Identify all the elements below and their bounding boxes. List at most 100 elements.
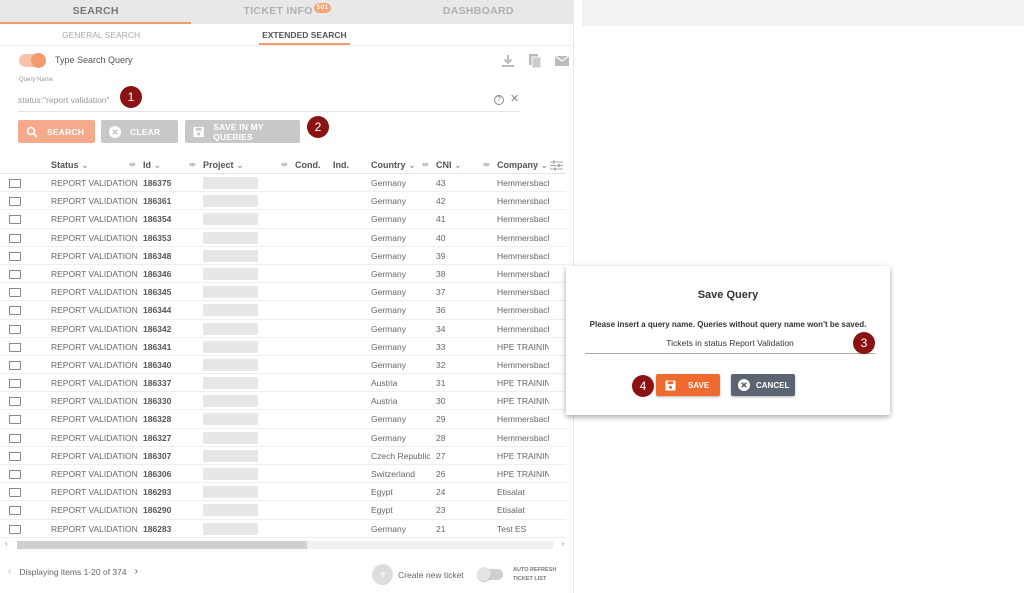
open-ticket-icon[interactable] — [9, 415, 21, 425]
type-search-query-toggle[interactable] — [19, 53, 46, 68]
open-ticket-icon[interactable] — [9, 233, 21, 243]
column-resize-handle[interactable]: ⇹ — [189, 160, 196, 169]
open-ticket-icon[interactable] — [9, 306, 21, 316]
subtab-general-search[interactable]: GENERAL SEARCH — [62, 26, 140, 45]
cell-id[interactable]: 186327 — [143, 433, 171, 443]
table-row[interactable]: REPORT VALIDATION 186353 Germany 40 Hemmersb… — [0, 229, 566, 247]
cell-id[interactable]: 186375 — [143, 178, 171, 188]
cell-id[interactable]: 186361 — [143, 196, 171, 206]
column-resize-handle[interactable]: ⇹ — [129, 160, 136, 169]
table-row[interactable]: REPORT VALIDATION 186340 Germany 32 Hemmersb… — [0, 356, 566, 375]
search-query-input[interactable]: status:"report validation" — [18, 92, 520, 112]
column-resize-handle[interactable]: ⇹ — [483, 160, 490, 169]
save-button[interactable]: SAVE — [656, 374, 720, 396]
prev-page-icon[interactable]: ‹ — [8, 566, 11, 577]
open-ticket-icon[interactable] — [9, 379, 21, 389]
open-ticket-icon[interactable] — [9, 433, 21, 443]
scroll-left-icon[interactable]: ‹ — [5, 539, 8, 548]
cell-id[interactable]: 186345 — [143, 287, 171, 297]
cell-id[interactable]: 186337 — [143, 378, 171, 388]
table-row[interactable]: REPORT VALIDATION 186344 Germany 36 Hemmersb… — [0, 301, 566, 320]
cell-id[interactable]: 186290 — [143, 505, 171, 515]
clear-button[interactable]: CLEAR — [101, 120, 178, 143]
open-ticket-icon[interactable] — [9, 179, 21, 188]
open-ticket-icon[interactable] — [9, 360, 21, 370]
save-in-my-queries-button[interactable]: SAVE IN MY QUERIES — [185, 120, 300, 143]
cell-id[interactable]: 186307 — [143, 451, 171, 461]
open-ticket-icon[interactable] — [9, 506, 21, 516]
scroll-right-icon[interactable]: › — [561, 539, 564, 548]
next-page-icon[interactable]: › — [135, 566, 138, 577]
column-project[interactable]: Project ⌄ — [203, 160, 243, 170]
open-ticket-icon[interactable] — [9, 324, 21, 334]
tab-dashboard[interactable]: DASHBOARD — [383, 0, 574, 24]
table-row[interactable]: REPORT VALIDATION 186345 Germany 37 Hemmersb… — [0, 283, 566, 302]
cell-id[interactable]: 186330 — [143, 396, 171, 406]
column-id[interactable]: Id ⌄ — [143, 160, 161, 170]
open-ticket-icon[interactable] — [9, 288, 21, 298]
column-resize-handle[interactable]: ⇹ — [422, 160, 429, 169]
cell-id[interactable]: 186293 — [143, 487, 171, 497]
column-cni[interactable]: CNI ⌄ — [436, 160, 461, 170]
column-resize-handle[interactable]: ⇹ — [281, 160, 288, 169]
open-ticket-icon[interactable] — [9, 470, 21, 479]
column-settings-icon[interactable] — [550, 160, 563, 171]
clear-query-icon[interactable]: ✕ — [510, 94, 519, 105]
open-ticket-icon[interactable] — [9, 197, 21, 207]
subtab-extended-search[interactable]: EXTENDED SEARCH — [259, 26, 350, 45]
create-ticket-button[interactable]: + Create new ticket — [372, 564, 464, 585]
cell-id[interactable]: 186354 — [143, 214, 171, 224]
table-row[interactable]: REPORT VALIDATION 186328 Germany 29 Hemmersb… — [0, 410, 566, 429]
table-row[interactable]: REPORT VALIDATION 186354 Germany 41 Hemmersb… — [0, 210, 566, 229]
table-row[interactable]: REPORT VALIDATION 186341 Germany 33 HPE TRAI… — [0, 338, 566, 356]
table-row[interactable]: REPORT VALIDATION 186375 Germany 43 Hemmersb… — [0, 174, 566, 193]
cancel-button[interactable]: CANCEL — [731, 374, 795, 396]
open-ticket-icon[interactable] — [9, 451, 21, 461]
column-company[interactable]: Company ⌄ — [497, 160, 548, 170]
cell-id[interactable]: 186328 — [143, 414, 171, 424]
open-ticket-icon[interactable] — [9, 269, 21, 279]
tab-search[interactable]: SEARCH — [0, 0, 192, 24]
table-row[interactable]: REPORT VALIDATION 186337 Austria 31 HPE TRAI… — [0, 374, 566, 393]
cell-id[interactable]: 186348 — [143, 251, 171, 261]
copy-icon[interactable] — [527, 53, 543, 69]
cell-id[interactable]: 186344 — [143, 305, 171, 315]
open-ticket-icon[interactable] — [9, 524, 21, 534]
cell-id[interactable]: 186341 — [143, 342, 171, 352]
query-name-input[interactable]: Tickets in status Report Validation — [585, 335, 875, 354]
cell-id[interactable]: 186306 — [143, 469, 171, 479]
open-ticket-icon[interactable] — [9, 488, 21, 498]
column-cond[interactable]: Cond. — [295, 160, 321, 170]
open-ticket-icon[interactable] — [9, 342, 21, 352]
open-ticket-icon[interactable] — [9, 397, 21, 407]
scrollbar-thumb[interactable] — [17, 541, 307, 549]
table-row[interactable]: REPORT VALIDATION 186283 Germany 21 Test ES — [0, 520, 566, 538]
cell-id[interactable]: 186346 — [143, 269, 171, 279]
open-ticket-icon[interactable] — [9, 215, 21, 225]
table-row[interactable]: REPORT VALIDATION 186361 Germany 42 Hemmersb… — [0, 192, 566, 211]
auto-refresh-toggle[interactable] — [477, 567, 503, 581]
help-icon[interactable]: ? — [494, 95, 504, 105]
tab-ticket-info[interactable]: TICKET INFO 501 — [191, 0, 382, 24]
table-row[interactable]: REPORT VALIDATION 186342 Germany 34 Hemmersb… — [0, 320, 566, 338]
table-row[interactable]: REPORT VALIDATION 186293 Egypt 24 Etisalat — [0, 483, 566, 502]
table-row[interactable]: REPORT VALIDATION 186290 Egypt 23 Etisalat — [0, 501, 566, 520]
horizontal-scrollbar[interactable]: ‹ › — [5, 539, 566, 550]
cell-id[interactable]: 186353 — [143, 233, 171, 243]
column-ind[interactable]: Ind. — [333, 160, 349, 170]
table-row[interactable]: REPORT VALIDATION 186307 Czech Republic 27 H… — [0, 447, 566, 465]
open-ticket-icon[interactable] — [9, 251, 21, 261]
table-row[interactable]: REPORT VALIDATION 186346 Germany 38 Hemmersb… — [0, 265, 566, 284]
column-country[interactable]: Country ⌄ — [371, 160, 415, 170]
cell-id[interactable]: 186342 — [143, 324, 171, 334]
cell-id[interactable]: 186340 — [143, 360, 171, 370]
table-row[interactable]: REPORT VALIDATION 186348 Germany 39 Hemmersb… — [0, 247, 566, 265]
search-button[interactable]: SEARCH — [18, 120, 95, 143]
table-row[interactable]: REPORT VALIDATION 186306 Switzerland 26 HPE … — [0, 465, 566, 484]
table-row[interactable]: REPORT VALIDATION 186330 Austria 30 HPE TRAI… — [0, 392, 566, 411]
cell-id[interactable]: 186283 — [143, 524, 171, 534]
column-status[interactable]: Status ⌄ — [51, 160, 88, 170]
mail-icon[interactable] — [554, 53, 570, 69]
download-icon[interactable] — [500, 53, 516, 69]
table-row[interactable]: REPORT VALIDATION 186327 Germany 28 Hemmersb… — [0, 429, 566, 447]
